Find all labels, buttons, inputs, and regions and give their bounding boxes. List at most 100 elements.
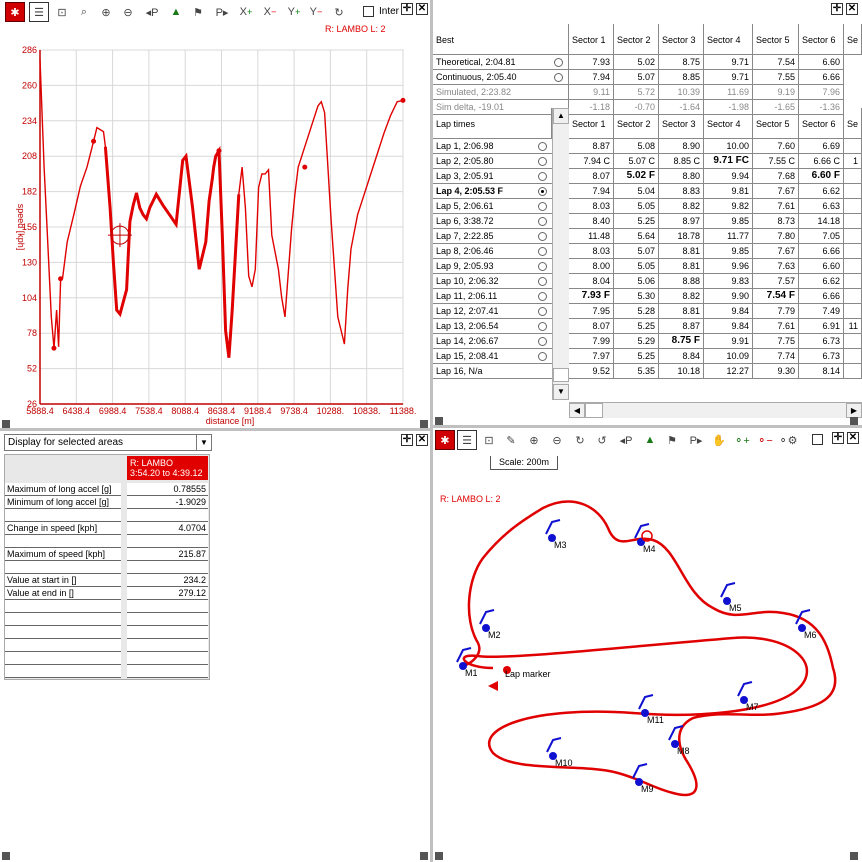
scroll-up-icon[interactable]: ▲	[553, 108, 569, 124]
resize-grip-icon[interactable]	[850, 852, 858, 860]
lap-sector-header[interactable]: Se	[844, 108, 862, 139]
y-tick-label: 260	[22, 80, 37, 90]
lap-row-radio[interactable]	[538, 202, 547, 211]
lap-sector-header[interactable]: Sector 2	[614, 108, 659, 139]
close-pane-icon[interactable]: ✕	[846, 3, 858, 15]
stat-label: Value at start in []	[5, 574, 121, 587]
resize-grip-icon[interactable]	[2, 852, 10, 860]
lap-row-radio[interactable]	[538, 217, 547, 226]
lap-row-label[interactable]: Lap 4, 2:05.53 F	[433, 184, 552, 199]
lap-cell: 7.93 F	[569, 289, 614, 304]
lap-cell: 9.81	[704, 184, 753, 199]
zoom-fit-icon[interactable]: ⌕	[74, 2, 94, 22]
car-icon[interactable]: ✱	[5, 2, 25, 22]
x-minus-icon[interactable]: X −	[260, 2, 280, 22]
lap-row-label[interactable]: Lap 16, N/a	[433, 364, 552, 379]
resize-grip-icon[interactable]	[850, 417, 858, 425]
y-plus-icon[interactable]: Y +	[284, 2, 304, 22]
list-icon[interactable]: ☰	[29, 2, 49, 22]
close-pane-icon[interactable]: ✕	[416, 434, 428, 446]
zoom-box-icon[interactable]: ⊡	[52, 2, 72, 22]
lap-cell: 9.82	[704, 199, 753, 214]
lap-row-label[interactable]: Lap 2, 2:05.80	[433, 154, 552, 169]
refresh-icon[interactable]: ↻	[329, 2, 349, 22]
best-sector-header[interactable]: Sector 2	[614, 24, 659, 55]
lap-row-radio[interactable]	[538, 292, 547, 301]
lap-cell: 6.69	[799, 139, 844, 154]
track-map[interactable]: M1 M2 M3 M4 M5 M6 M7 M8 M9 M10 M11 Lap marker	[433, 428, 862, 862]
lap-row-radio[interactable]	[538, 247, 547, 256]
lap-sector-header[interactable]: Sector 5	[753, 108, 799, 139]
resize-grip-icon[interactable]	[2, 420, 10, 428]
lap-sector-header[interactable]: Sector 6	[799, 108, 844, 139]
y-minus-icon[interactable]: Y −	[306, 2, 326, 22]
prev-marker-icon[interactable]: ◂P	[142, 2, 162, 22]
best-sector-header[interactable]: Se	[844, 24, 862, 55]
best-sector-header[interactable]: Sector 6	[799, 24, 844, 55]
resize-grip-icon[interactable]	[435, 852, 443, 860]
lap-row-label[interactable]: Lap 9, 2:05.93	[433, 259, 552, 274]
lap-row-label[interactable]: Lap 14, 2:06.67	[433, 334, 552, 349]
zoom-out-icon[interactable]: ⊖	[118, 2, 138, 22]
move-pane-icon[interactable]: ✛	[401, 3, 413, 15]
scroll-down-icon[interactable]: ▼	[553, 384, 569, 400]
best-sector-header[interactable]: Sector 4	[704, 24, 753, 55]
resize-grip-icon[interactable]	[435, 417, 443, 425]
display-dropdown[interactable]: Display for selected areas ▼	[4, 434, 212, 451]
lap-row-radio[interactable]	[538, 232, 547, 241]
lap-row-label[interactable]: Lap 13, 2:06.54	[433, 319, 552, 334]
scroll-left-icon[interactable]: ◀	[569, 403, 585, 418]
speed-chart[interactable]: 2862602342081821561301047852265888.4 6438…	[0, 24, 430, 428]
lap-row-radio[interactable]	[538, 142, 547, 151]
lap-row-label[interactable]: Lap 5, 2:06.61	[433, 199, 552, 214]
best-cell: 9.11	[569, 85, 614, 100]
lap-row-radio[interactable]	[538, 352, 547, 361]
lap-row-label[interactable]: Lap 3, 2:05.91	[433, 169, 552, 184]
resize-grip-icon[interactable]	[420, 852, 428, 860]
best-sector-header[interactable]: Sector 3	[659, 24, 704, 55]
sector-h-scrollbar[interactable]: ◀ ▶	[569, 402, 862, 418]
lap-row-radio[interactable]	[538, 157, 547, 166]
move-pane-icon[interactable]: ✛	[831, 3, 843, 15]
flag-icon[interactable]: ⚑	[188, 2, 208, 22]
lap-row-radio[interactable]	[538, 172, 547, 181]
scroll-thumb[interactable]	[585, 403, 603, 418]
x-plus-icon[interactable]: X +	[236, 2, 256, 22]
lap-sector-header[interactable]: Sector 4	[704, 108, 753, 139]
scroll-thumb[interactable]	[553, 368, 569, 382]
close-pane-icon[interactable]: ✕	[416, 3, 428, 15]
next-marker-icon[interactable]: P▸	[212, 2, 232, 22]
move-pane-icon[interactable]: ✛	[401, 434, 413, 446]
lap-row-label[interactable]: Lap 8, 2:06.46	[433, 244, 552, 259]
lap-row-radio[interactable]	[538, 337, 547, 346]
lap-row-radio[interactable]	[538, 322, 547, 331]
lap-row-label[interactable]: Lap 1, 2:06.98	[433, 139, 552, 154]
lap-sector-header[interactable]: Sector 1	[569, 108, 614, 139]
lap-row-radio[interactable]	[538, 262, 547, 271]
inter-checkbox[interactable]	[363, 6, 374, 17]
lap-row-label[interactable]: Lap 15, 2:08.41	[433, 349, 552, 364]
lap-row-label[interactable]: Lap 10, 2:06.32	[433, 274, 552, 289]
best-row-radio[interactable]	[554, 58, 563, 67]
chevron-down-icon[interactable]: ▼	[196, 435, 211, 450]
zoom-in-icon[interactable]: ⊕	[96, 2, 116, 22]
lap-row-label[interactable]: Lap 12, 2:07.41	[433, 304, 552, 319]
lap-cell: 8.82	[659, 199, 704, 214]
lap-row-radio[interactable]	[538, 277, 547, 286]
lap-row-radio[interactable]	[538, 187, 547, 196]
lap-row-label[interactable]: Lap 7, 2:22.85	[433, 229, 552, 244]
lap-times-pane: ✛ ✕ Best Sector 1 Sector 2 Sector 3 Sector 4…	[433, 0, 862, 425]
best-cell: 7.94	[569, 70, 614, 85]
up-marker-icon[interactable]: ▲	[166, 2, 186, 22]
best-sector-header[interactable]: Sector 5	[753, 24, 799, 55]
best-row-radio[interactable]	[554, 73, 563, 82]
lap-sector-header[interactable]: Sector 3	[659, 108, 704, 139]
scroll-right-icon[interactable]: ▶	[846, 403, 862, 418]
lap-row-radio[interactable]	[538, 307, 547, 316]
best-sector-header[interactable]: Sector 1	[569, 24, 614, 55]
lap-row-label[interactable]: Lap 11, 2:06.11	[433, 289, 552, 304]
resize-grip-icon[interactable]	[420, 420, 428, 428]
lap-row-label[interactable]: Lap 6, 3:38.72	[433, 214, 552, 229]
map-marker-arrow-icon	[737, 681, 753, 697]
lap-list-scrollbar[interactable]: ▲ ▼	[552, 108, 569, 400]
